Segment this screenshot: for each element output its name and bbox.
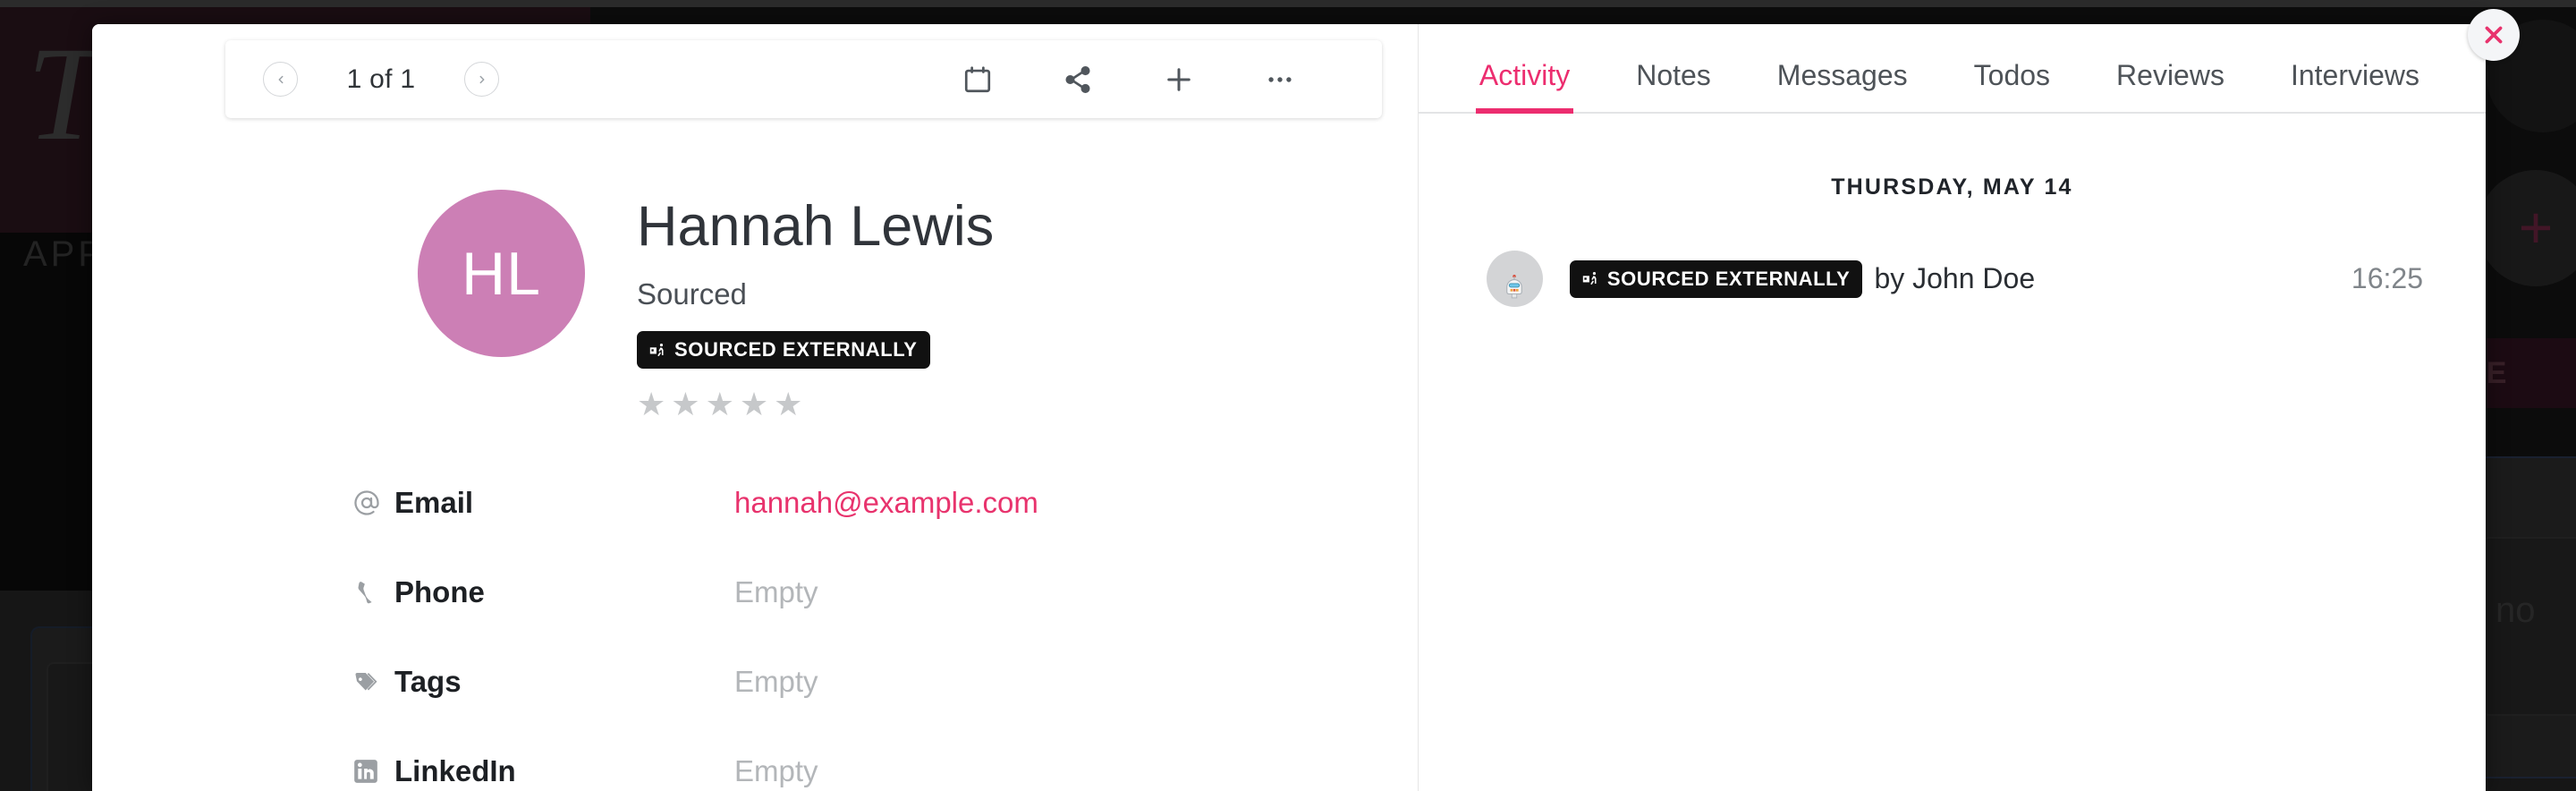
tag-icon [353,668,394,695]
next-candidate-button[interactable] [464,62,499,97]
background-card-text: no [2496,591,2536,630]
tab-todos[interactable]: Todos [1974,59,2050,112]
candidate-activity-pane: Activity Notes Messages Todos Reviews In… [1418,24,2486,791]
close-modal-button[interactable] [2468,9,2520,61]
detail-value-tags[interactable]: Empty [734,665,818,699]
background-logo: T [27,20,102,168]
linkedin-icon [353,759,394,784]
previous-candidate-button[interactable] [263,62,298,97]
candidate-rating[interactable]: ★ ★ ★ ★ ★ [637,388,994,421]
detail-row-tags: Tags Empty [353,637,1337,727]
star-icon[interactable]: ★ [706,388,734,421]
share-icon [1065,65,1090,93]
detail-value-linkedin[interactable]: Empty [734,754,818,788]
tab-interviews[interactable]: Interviews [2291,59,2419,112]
chevron-left-icon [278,75,283,83]
activity-item: SOURCED EXTERNALLY by John Doe 16:25 [1419,251,2486,307]
tab-notes[interactable]: Notes [1636,59,1711,112]
share-button[interactable] [1063,64,1093,95]
at-icon [353,489,394,516]
pager-nav-group: 1 of 1 [263,62,499,97]
calendar-icon [964,65,991,92]
detail-row-email: Email hannah@example.com [353,458,1337,548]
activity-author: by John Doe [1874,262,2036,294]
candidate-detail-modal: 1 of 1 HL Hannah Lewis Sourced SOURCED E… [92,24,2486,791]
sourced-externally-icon [649,343,664,356]
sourced-externally-badge: SOURCED EXTERNALLY [637,331,930,370]
add-button[interactable] [1163,64,1195,96]
detail-label: Phone [394,575,485,608]
detail-label: LinkedIn [394,754,516,787]
activity-badge-label: SOURCED EXTERNALLY [1606,267,1851,290]
detail-label: Email [394,486,474,519]
detail-label: Tags [394,665,462,698]
chevron-right-icon [479,75,484,83]
star-icon[interactable]: ★ [637,388,665,421]
badge-label: SOURCED EXTERNALLY [674,338,918,361]
more-icon [1268,76,1292,82]
star-icon[interactable]: ★ [671,388,699,421]
activity-time: 16:25 [2351,262,2423,294]
tab-activity[interactable]: Activity [1475,59,1574,114]
star-icon[interactable]: ★ [774,388,802,421]
candidate-toolbar: 1 of 1 [225,40,1382,118]
close-icon [2485,26,2503,44]
tab-messages[interactable]: Messages [1777,59,1908,112]
detail-row-linkedin: LinkedIn Empty [353,727,1337,791]
candidate-profile-header: HL Hannah Lewis Sourced SOURCED EXTERNAL… [418,190,994,421]
toolbar-actions [962,64,1295,96]
background-add-button: + [2478,170,2576,286]
sourced-externally-icon [1582,271,1597,285]
candidate-details-list: Email hannah@example.com Phone Empty Tag… [353,458,1337,791]
tab-reviews[interactable]: Reviews [2116,59,2224,112]
candidate-profile-pane: 1 of 1 HL Hannah Lewis Sourced SOURCED E… [92,24,1419,791]
more-options-button[interactable] [1265,64,1295,95]
activity-day-header: THURSDAY, MAY 14 [1831,174,2073,200]
activity-badge: SOURCED EXTERNALLY [1569,259,1863,298]
candidate-stage: Sourced [637,277,747,311]
pager-label: 1 of 1 [346,64,416,94]
candidate-identity: Hannah Lewis Sourced SOURCED EXTERNALLY … [637,190,994,421]
candidate-avatar: HL [418,190,585,357]
detail-row-phone: Phone Empty [353,548,1337,637]
activity-text: SOURCED EXTERNALLY by John Doe [1569,259,2351,298]
robot-avatar-icon [1506,274,1523,298]
candidate-name: Hannah Lewis [637,195,995,258]
background-titlebar [0,0,2576,7]
star-icon[interactable]: ★ [740,388,768,421]
plus-icon [1167,67,1191,91]
detail-value-email[interactable]: hannah@example.com [734,486,1038,520]
detail-value-phone[interactable]: Empty [734,575,818,609]
phone-icon [353,579,394,606]
calendar-button[interactable] [962,64,993,95]
robot-avatar [1486,251,1543,307]
activity-tabs: Activity Notes Messages Todos Reviews In… [1418,24,2486,114]
